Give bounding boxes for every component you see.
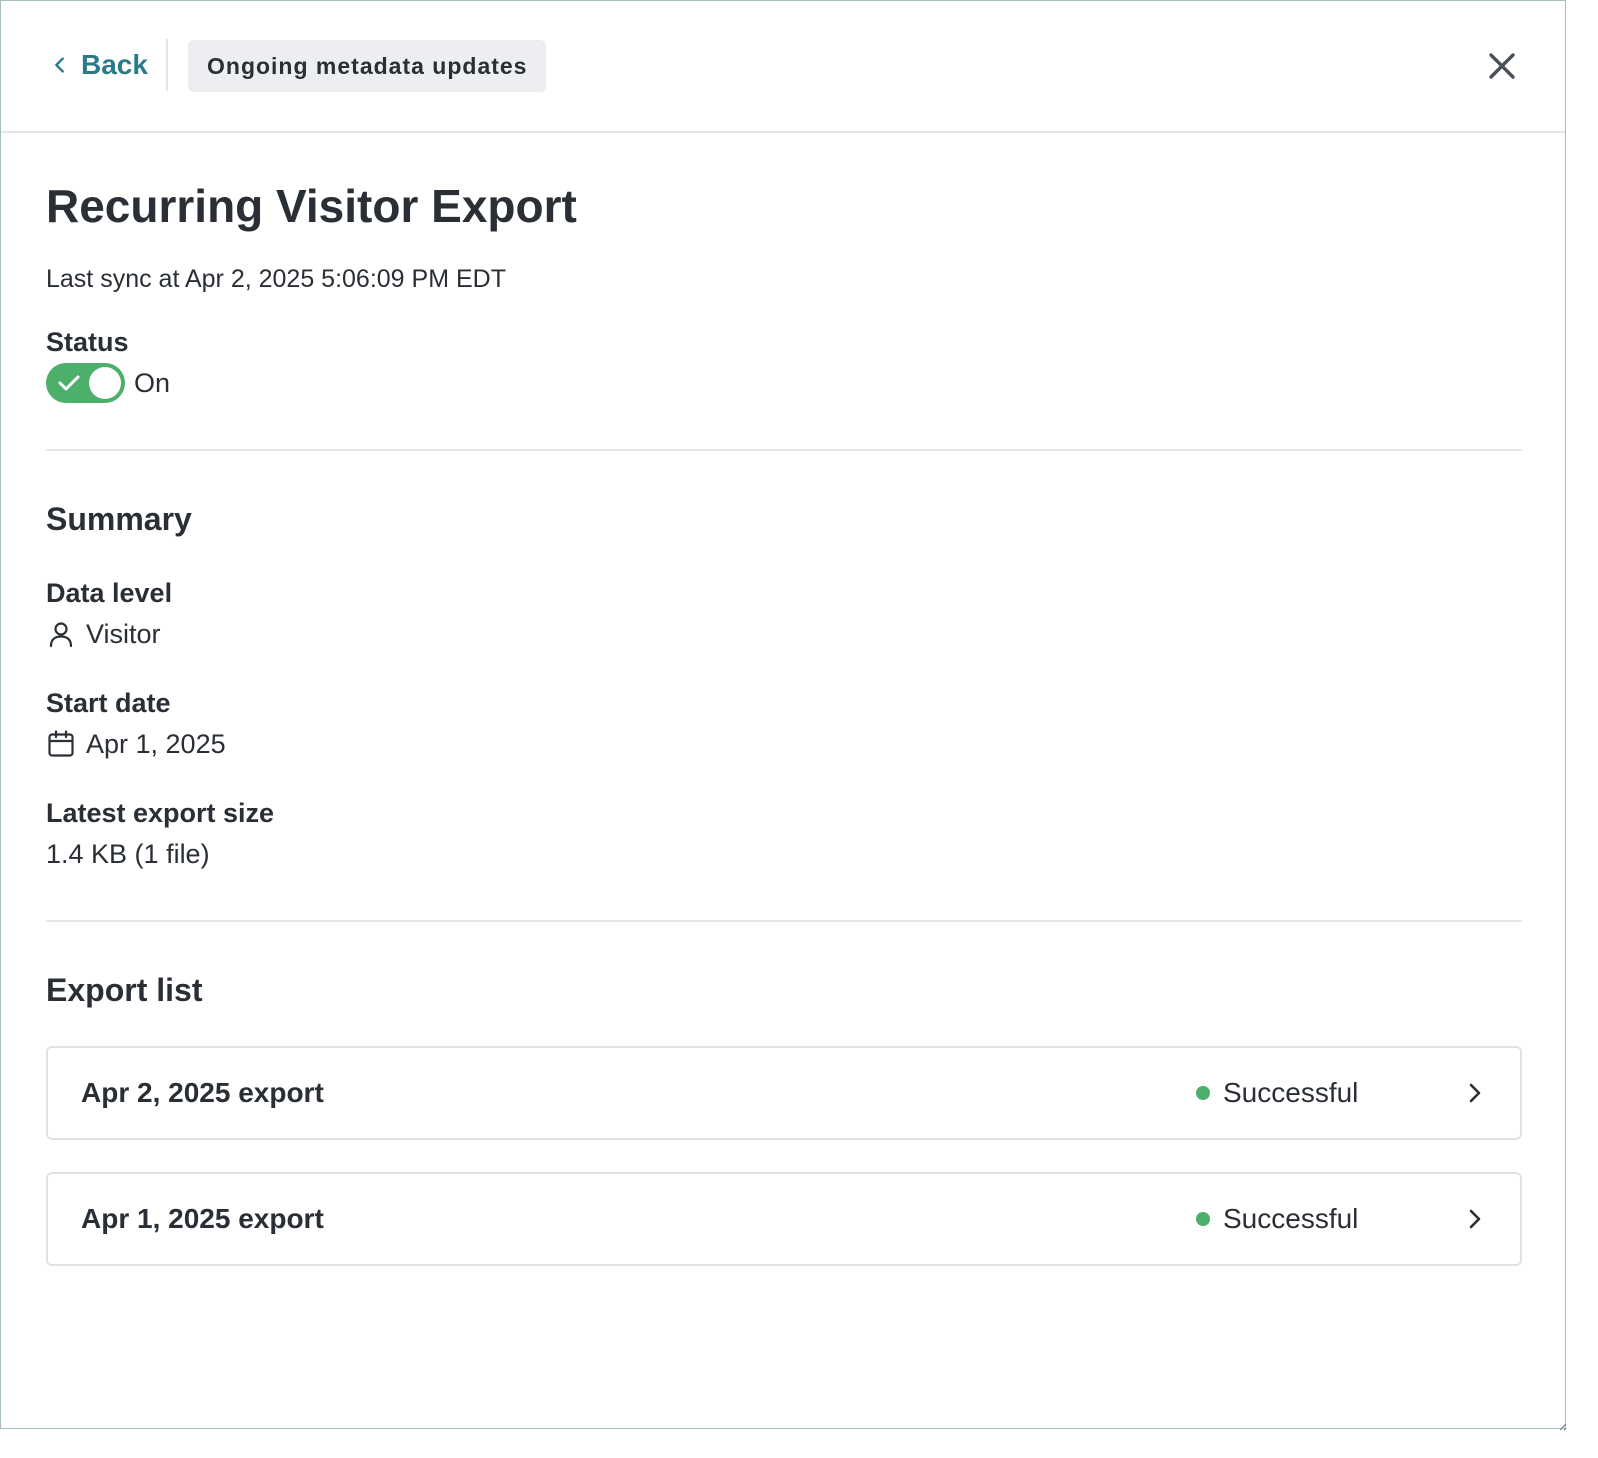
header-divider [166, 39, 168, 91]
breadcrumb-chip: Ongoing metadata updates [188, 40, 547, 92]
export-size-value: 1.4 KB (1 file) [46, 838, 210, 869]
divider [46, 920, 1522, 922]
export-item-name: Apr 1, 2025 export [81, 1203, 324, 1234]
page-title: Recurring Visitor Export [46, 180, 577, 232]
chevron-left-icon [55, 57, 64, 73]
start-date-value-row: Apr 1, 2025 [46, 727, 226, 761]
chevron-right-icon [1469, 1209, 1481, 1229]
close-button[interactable] [1483, 47, 1521, 85]
resize-grip-icon[interactable] [1557, 1421, 1567, 1431]
export-size-value-row: 1.4 KB (1 file) [46, 837, 210, 871]
start-date-label: Start date [46, 688, 171, 718]
export-list-item[interactable]: Apr 1, 2025 export Successful [46, 1172, 1522, 1266]
data-level-label: Data level [46, 578, 173, 608]
user-icon [49, 622, 73, 648]
status-toggle[interactable] [46, 363, 125, 403]
toggle-knob [89, 367, 121, 399]
export-list-item[interactable]: Apr 2, 2025 export Successful [46, 1046, 1522, 1140]
status-value: On [134, 367, 171, 398]
data-level-value-row: Visitor [46, 617, 161, 651]
start-date-value: Apr 1, 2025 [86, 728, 226, 759]
summary-heading: Summary [46, 501, 192, 537]
status-label: Status [46, 327, 129, 357]
export-item-name: Apr 2, 2025 export [81, 1077, 324, 1108]
export-list-heading: Export list [46, 972, 203, 1008]
data-level-value: Visitor [86, 618, 161, 649]
back-button[interactable]: Back [49, 43, 148, 87]
checkmark-icon [58, 375, 80, 391]
success-dot-icon [1196, 1086, 1210, 1100]
panel-header: Back Ongoing metadata updates [1, 1, 1565, 133]
export-item-status-label: Successful [1223, 1077, 1359, 1108]
success-dot-icon [1196, 1212, 1210, 1226]
export-item-status: Successful [1196, 1174, 1358, 1264]
export-item-status-label: Successful [1223, 1203, 1359, 1234]
chevron-right-icon [1469, 1083, 1481, 1103]
status-row: On [46, 363, 170, 403]
export-item-status: Successful [1196, 1048, 1358, 1138]
close-icon [1489, 53, 1515, 79]
calendar-icon [48, 730, 74, 757]
export-size-label: Latest export size [46, 798, 275, 828]
back-button-label: Back [81, 49, 148, 80]
export-detail-panel: Back Ongoing metadata updates Recurring … [0, 0, 1567, 1431]
divider [46, 449, 1522, 451]
last-sync-text: Last sync at Apr 2, 2025 5:06:09 PM EDT [46, 265, 506, 293]
